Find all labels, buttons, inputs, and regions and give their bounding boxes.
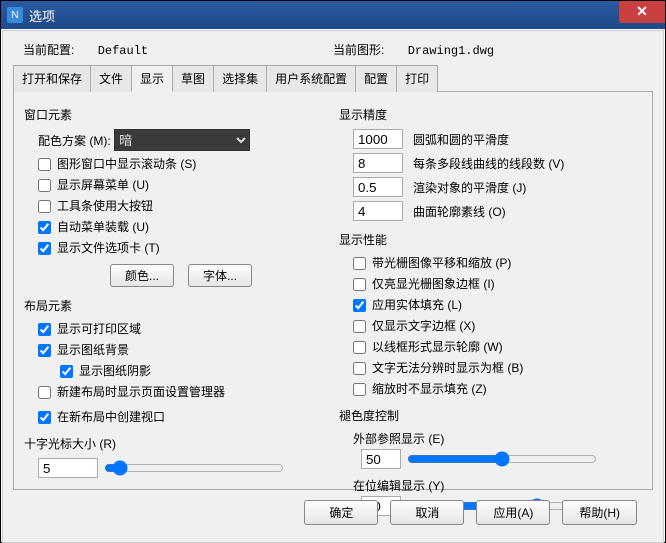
- crosshair-input[interactable]: [38, 458, 98, 478]
- print-area-checkbox[interactable]: [38, 323, 51, 336]
- screen-menu-checkbox[interactable]: [38, 179, 51, 192]
- tab-user-system[interactable]: 用户系统配置: [266, 65, 356, 92]
- tab-open-save[interactable]: 打开和保存: [13, 65, 91, 92]
- text-frame-option[interactable]: 仅显示文字边框 (X): [353, 317, 475, 334]
- window-title: 选项: [29, 6, 55, 25]
- highlight-frame-checkbox[interactable]: [353, 278, 366, 291]
- inplace-fade-label: 在位编辑显示 (Y): [339, 477, 642, 494]
- create-viewport-checkbox[interactable]: [38, 411, 51, 424]
- crosshair-slider[interactable]: [104, 460, 284, 476]
- tab-strip: 打开和保存 文件 显示 草图 选择集 用户系统配置 配置 打印: [13, 64, 653, 92]
- scrollbars-checkbox[interactable]: [38, 158, 51, 171]
- large-buttons-option[interactable]: 工具条使用大按钮: [38, 197, 153, 214]
- surface-contour-label: 曲面轮廓素线 (O): [413, 203, 506, 220]
- crosshair-title: 十字光标大小 (R): [24, 435, 327, 452]
- tab-print[interactable]: 打印: [396, 65, 438, 92]
- wireframe-option[interactable]: 以线框形式显示轮廓 (W): [353, 338, 503, 355]
- wireframe-checkbox[interactable]: [353, 341, 366, 354]
- tab-sketch[interactable]: 草图: [172, 65, 214, 92]
- xref-fade-slider[interactable]: [407, 451, 597, 467]
- poly-segments-label: 每条多段线曲线的线段数 (V): [413, 155, 564, 172]
- tab-panel: 窗口元素 配色方案 (M): 暗 图形窗口中显示滚动条 (S) 显示屏幕菜单 (…: [13, 92, 653, 490]
- arc-smooth-input[interactable]: [353, 129, 403, 149]
- titlebar: N 选项 ✕: [1, 1, 665, 29]
- tab-display[interactable]: 显示: [131, 65, 173, 92]
- render-smooth-input[interactable]: [353, 177, 403, 197]
- precision-title: 显示精度: [339, 106, 642, 123]
- current-drawing-value: Drawing1.dwg: [408, 44, 494, 58]
- apply-button[interactable]: 应用(A): [476, 500, 550, 525]
- scrollbars-option[interactable]: 图形窗口中显示滚动条 (S): [38, 155, 196, 172]
- raster-pan-checkbox[interactable]: [353, 257, 366, 270]
- tab-selection[interactable]: 选择集: [213, 65, 267, 92]
- tab-file[interactable]: 文件: [90, 65, 132, 92]
- color-scheme-label: 配色方案 (M):: [38, 132, 111, 149]
- page-setup-mgr-checkbox[interactable]: [38, 386, 51, 399]
- close-button[interactable]: ✕: [619, 1, 665, 23]
- content-area: 当前配置: Default 当前图形: Drawing1.dwg 打开和保存 文…: [2, 30, 664, 543]
- header-row: 当前配置: Default 当前图形: Drawing1.dwg: [13, 37, 653, 64]
- arc-smooth-label: 圆弧和圆的平滑度: [413, 131, 509, 148]
- poly-segments-input[interactable]: [353, 153, 403, 173]
- tab-profile[interactable]: 配置: [355, 65, 397, 92]
- layout-elements-title: 布局元素: [24, 297, 327, 314]
- current-drawing-label: 当前图形:: [333, 43, 384, 57]
- no-zoom-fill-option[interactable]: 缩放时不显示填充 (Z): [353, 380, 487, 397]
- raster-pan-option[interactable]: 带光栅图像平移和缩放 (P): [353, 254, 511, 271]
- cancel-button[interactable]: 取消: [390, 500, 464, 525]
- ok-button[interactable]: 确定: [304, 500, 378, 525]
- render-smooth-label: 渲染对象的平滑度 (J): [413, 179, 526, 196]
- file-tabs-option[interactable]: 显示文件选项卡 (T): [38, 239, 160, 256]
- app-icon: N: [7, 7, 23, 23]
- colors-button[interactable]: 颜色...: [110, 264, 174, 287]
- screen-menu-option[interactable]: 显示屏幕菜单 (U): [38, 176, 149, 193]
- no-zoom-fill-checkbox[interactable]: [353, 383, 366, 396]
- auto-menu-load-checkbox[interactable]: [38, 221, 51, 234]
- performance-title: 显示性能: [339, 231, 642, 248]
- text-bound-checkbox[interactable]: [353, 362, 366, 375]
- text-bound-option[interactable]: 文字无法分辨时显示为框 (B): [353, 359, 523, 376]
- solid-fill-option[interactable]: 应用实体填充 (L): [353, 296, 462, 313]
- paper-shadow-option[interactable]: 显示图纸阴影: [60, 362, 151, 379]
- large-buttons-checkbox[interactable]: [38, 200, 51, 213]
- print-area-option[interactable]: 显示可打印区域: [38, 320, 141, 337]
- left-column: 窗口元素 配色方案 (M): 暗 图形窗口中显示滚动条 (S) 显示屏幕菜单 (…: [24, 102, 327, 479]
- paper-shadow-checkbox[interactable]: [60, 365, 73, 378]
- help-button[interactable]: 帮助(H): [562, 500, 637, 525]
- highlight-frame-option[interactable]: 仅亮显光栅图象边框 (I): [353, 275, 495, 292]
- paper-bg-option[interactable]: 显示图纸背景: [38, 341, 129, 358]
- text-frame-checkbox[interactable]: [353, 320, 366, 333]
- fade-title: 褪色度控制: [339, 407, 642, 424]
- current-config-label: 当前配置:: [23, 43, 74, 57]
- create-viewport-option[interactable]: 在新布局中创建视口: [38, 408, 165, 425]
- file-tabs-checkbox[interactable]: [38, 242, 51, 255]
- fonts-button[interactable]: 字体...: [188, 264, 252, 287]
- auto-menu-load-option[interactable]: 自动菜单装载 (U): [38, 218, 149, 235]
- current-config-value: Default: [98, 44, 148, 58]
- xref-fade-input[interactable]: [361, 449, 401, 469]
- surface-contour-input[interactable]: [353, 201, 403, 221]
- page-setup-mgr-option[interactable]: 新建布局时显示页面设置管理器: [38, 383, 225, 400]
- xref-fade-label: 外部参照显示 (E): [339, 430, 642, 447]
- solid-fill-checkbox[interactable]: [353, 299, 366, 312]
- options-dialog: N 选项 ✕ 当前配置: Default 当前图形: Drawing1.dwg …: [0, 0, 666, 543]
- color-scheme-select[interactable]: 暗: [114, 129, 250, 151]
- right-column: 显示精度 圆弧和圆的平滑度 每条多段线曲线的线段数 (V) 渲染对象的平滑度 (…: [339, 102, 642, 479]
- paper-bg-checkbox[interactable]: [38, 344, 51, 357]
- window-elements-title: 窗口元素: [24, 106, 327, 123]
